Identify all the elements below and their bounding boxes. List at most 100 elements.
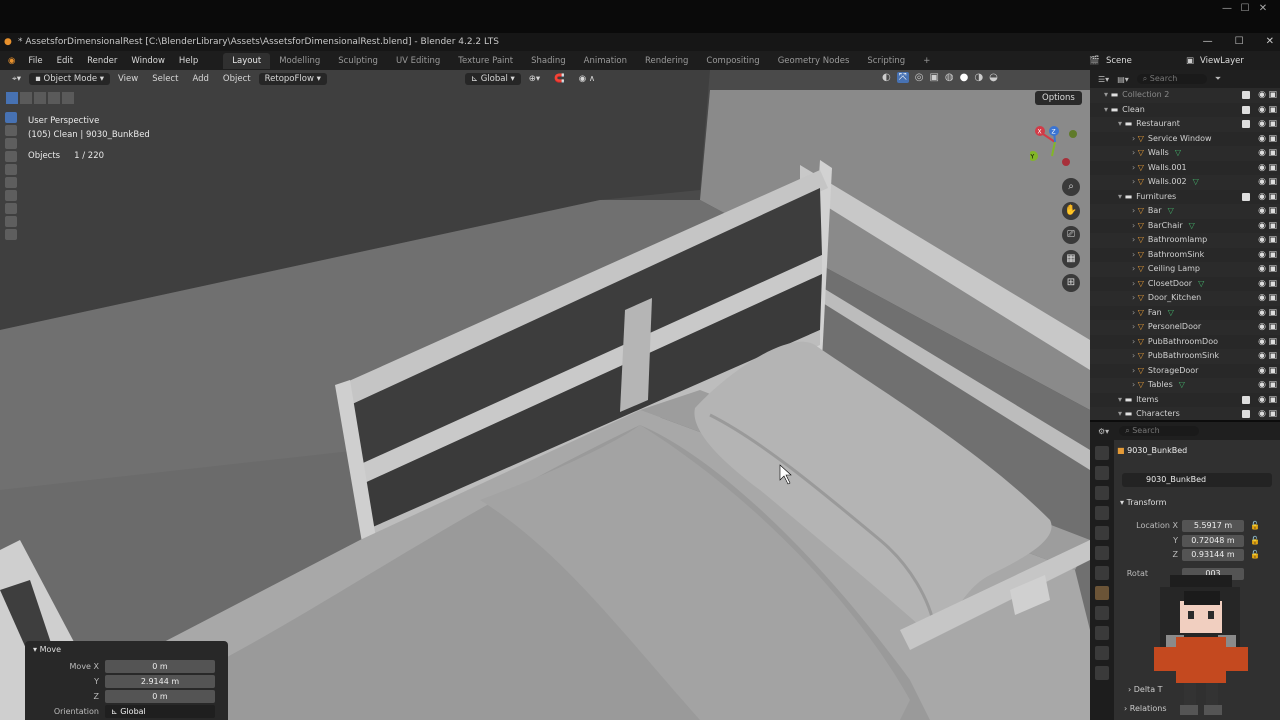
outliner-search[interactable]: ⌕ Search [1136,74,1207,84]
visibility-eye-icon[interactable]: ◉ [1258,277,1266,292]
visibility-eye-icon[interactable]: ◉ [1258,233,1266,248]
mesh-data-icon[interactable]: ▽ [1179,380,1185,389]
visibility-eye-icon[interactable]: ◉ [1258,103,1266,118]
visibility-eye-icon[interactable]: ◉ [1258,262,1266,277]
retopoflow-menu[interactable]: RetopoFlow ▾ [258,73,327,85]
object-tab-icon[interactable] [1095,586,1109,600]
render-camera-icon[interactable]: ▣ [1268,132,1277,147]
navigation-gizmo[interactable]: X Z Y [1030,120,1080,170]
3d-viewport[interactable] [0,70,1090,720]
visibility-eye-icon[interactable]: ◉ [1258,349,1266,364]
visibility-eye-icon[interactable]: ◉ [1258,132,1266,147]
maximize-icon[interactable]: ☐ [1235,33,1244,51]
mode-select[interactable]: ▪ Object Mode ▾ [29,73,111,85]
overlay-icon[interactable]: ◎ [915,72,924,83]
gizmo-neg-y-icon[interactable] [1069,130,1077,138]
rotate-tool-icon[interactable] [5,151,17,162]
blender-menu-icon[interactable]: ◉ [0,56,21,66]
outliner-row[interactable]: › ▽ Service Window ◉ ▣ [1090,132,1280,147]
cursor-tool-icon[interactable] [5,125,17,136]
outliner-row[interactable]: ▾ ▬ Restaurant ◉ ▣ [1090,117,1280,132]
menu-object[interactable]: Object [217,73,257,85]
exclude-checkbox[interactable] [1242,105,1250,114]
tab-geometry-nodes[interactable]: Geometry Nodes [769,53,859,69]
data-tab-icon[interactable] [1095,666,1109,680]
select-tool-icon[interactable] [5,112,17,123]
expand-chevron-icon[interactable]: › [1132,177,1138,186]
render-camera-icon[interactable]: ▣ [1268,407,1277,420]
minimize-icon[interactable]: — [1203,33,1213,51]
transform-tool-icon[interactable] [5,177,17,188]
snap-icon[interactable]: 🧲 [548,73,571,85]
display-mode-icon[interactable]: ▤▾ [1117,75,1129,84]
select-new-icon[interactable] [6,92,18,104]
mesh-data-icon[interactable]: ▽ [1175,148,1181,157]
render-camera-icon[interactable]: ▣ [1268,248,1277,263]
render-camera-icon[interactable]: ▣ [1268,335,1277,350]
render-camera-icon[interactable]: ▣ [1268,306,1277,321]
render-camera-icon[interactable]: ▣ [1268,146,1277,161]
outliner-row[interactable]: › ▽ BarChair ▽ ◉ ▣ [1090,219,1280,234]
select-intersect-icon[interactable] [62,92,74,104]
tab-rendering[interactable]: Rendering [636,53,697,69]
extra-tool-icon[interactable] [5,229,17,240]
render-camera-icon[interactable]: ▣ [1268,103,1277,118]
menu-file[interactable]: File [21,56,49,66]
visibility-eye-icon[interactable]: ◉ [1258,204,1266,219]
shading-solid-icon[interactable]: ● [960,72,969,83]
filter-icon[interactable]: ⏷ [1215,74,1221,84]
menu-help[interactable]: Help [172,56,205,66]
move-z-field[interactable]: 0 m [105,689,215,703]
expand-chevron-icon[interactable]: ▾ [1104,105,1111,114]
expand-chevron-icon[interactable]: ▾ [1104,90,1111,99]
expand-chevron-icon[interactable]: › [1132,337,1138,346]
expand-chevron-icon[interactable]: › [1132,134,1138,143]
scene-selector[interactable]: Scene [1106,56,1186,66]
mesh-data-icon[interactable]: ▽ [1189,221,1195,230]
menu-select[interactable]: Select [146,73,184,85]
lock-z-icon[interactable]: 🔓 [1250,550,1260,559]
render-camera-icon[interactable]: ▣ [1268,219,1277,234]
properties-search[interactable]: ⌕ Search [1119,426,1200,436]
exclude-checkbox[interactable] [1242,395,1250,404]
mesh-data-icon[interactable]: ▽ [1168,308,1174,317]
visibility-eye-icon[interactable]: ◉ [1258,320,1266,335]
render-camera-icon[interactable]: ▣ [1268,88,1277,103]
render-camera-icon[interactable]: ▣ [1268,291,1277,306]
outliner-row[interactable]: › ▽ PubBathroomSink ◉ ▣ [1090,349,1280,364]
render-camera-icon[interactable]: ▣ [1268,262,1277,277]
pivot-icon[interactable]: ⊕▾ [523,73,546,85]
outliner-row[interactable]: › ▽ Ceiling Lamp ◉ ▣ [1090,262,1280,277]
tab-sculpting[interactable]: Sculpting [329,53,387,69]
tool-tab-icon[interactable] [1095,446,1109,460]
select-extend-icon[interactable] [20,92,32,104]
outliner-row[interactable]: ▾ ▬ Items ◉ ▣ [1090,393,1280,408]
expand-chevron-icon[interactable]: › [1132,380,1138,389]
outliner-row[interactable]: › ▽ Door_Kitchen ◉ ▣ [1090,291,1280,306]
exclude-checkbox[interactable] [1242,192,1250,201]
mesh-data-icon[interactable]: ▽ [1168,206,1174,215]
outliner-row[interactable]: › ▽ ClosetDoor ▽ ◉ ▣ [1090,277,1280,292]
orientation-dropdown[interactable]: ⊾ Global [105,704,215,718]
move-x-field[interactable]: 0 m [105,659,215,673]
outliner-row[interactable]: › ▽ Bar ▽ ◉ ▣ [1090,204,1280,219]
render-camera-icon[interactable]: ▣ [1268,320,1277,335]
mesh-data-icon[interactable]: ▽ [1198,279,1204,288]
tab-animation[interactable]: Animation [575,53,636,69]
modifier-tab-icon[interactable] [1095,606,1109,620]
menu-window[interactable]: Window [124,56,172,66]
close-outer-icon[interactable]: ✕ [1254,1,1272,17]
shading-render-icon[interactable]: ◒ [989,72,998,83]
xray-icon[interactable]: ▣ [929,72,938,83]
expand-chevron-icon[interactable]: ▾ [1118,192,1125,201]
transform-section-header[interactable]: ▾ Transform [1120,498,1166,507]
visibility-eye-icon[interactable]: ◉ [1258,306,1266,321]
tab-compositing[interactable]: Compositing [697,53,768,69]
constraint-tab-icon[interactable] [1095,646,1109,660]
outliner-row[interactable]: › ▽ Fan ▽ ◉ ▣ [1090,306,1280,321]
pan-hand-icon[interactable]: ✋ [1062,202,1080,220]
render-camera-icon[interactable]: ▣ [1268,349,1277,364]
render-camera-icon[interactable]: ▣ [1268,233,1277,248]
render-camera-icon[interactable]: ▣ [1268,277,1277,292]
expand-chevron-icon[interactable]: › [1132,264,1138,273]
